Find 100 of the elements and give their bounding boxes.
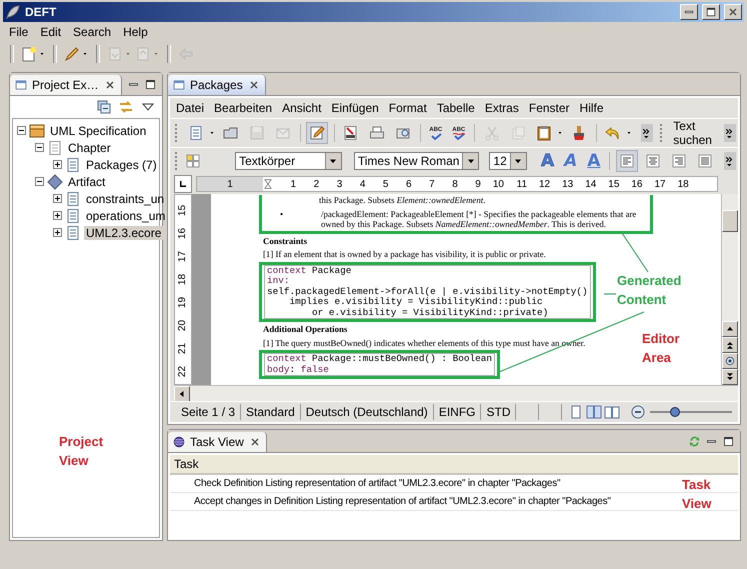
collapse-toggle[interactable]: [35, 177, 44, 186]
menu-item[interactable]: File: [4, 24, 34, 40]
section-heading: Additional Operations: [263, 324, 348, 335]
ruler-number: 15: [176, 204, 190, 216]
status-field: EINFG: [434, 404, 482, 420]
tree-item[interactable]: constraints_un: [84, 192, 166, 206]
tab-label: Task View: [190, 435, 244, 449]
copy-icon: [510, 125, 526, 141]
import-icon: [107, 46, 123, 62]
status-field: Deutsch (Deutschland): [300, 404, 434, 420]
tree-item[interactable]: Chapter: [66, 140, 113, 154]
collapse-toggle[interactable]: [35, 143, 44, 152]
menu-item[interactable]: Format: [384, 100, 431, 116]
menu-item[interactable]: Tabelle: [432, 100, 479, 116]
window-minimize-button[interactable]: [680, 4, 698, 20]
menu-item[interactable]: Help: [118, 24, 153, 40]
new-document-icon: [21, 46, 37, 62]
maximize-icon[interactable]: [705, 6, 717, 18]
zoom-out-icon[interactable]: [630, 404, 646, 420]
tab-label: Packages: [190, 78, 243, 92]
save-icon: [248, 125, 265, 141]
font-size-combo[interactable]: 12: [489, 152, 527, 170]
menu-item[interactable]: Ansicht: [278, 100, 326, 116]
two-pages-icon[interactable]: [586, 404, 602, 420]
chevron-icon[interactable]: [724, 124, 736, 142]
menu-item[interactable]: Fenster: [524, 100, 574, 116]
document-icon: [65, 224, 81, 240]
book-view-icon[interactable]: [604, 404, 620, 420]
menu-item[interactable]: Hilfe: [576, 100, 608, 116]
tree-item[interactable]: UML Specification: [48, 124, 148, 138]
checkmark-icon: [430, 132, 442, 140]
align-left-button[interactable]: [616, 150, 638, 172]
globe-icon: [173, 436, 185, 448]
tree-item[interactable]: UML2.3.ecore: [84, 226, 164, 240]
view-tab[interactable]: Project Ex…: [10, 75, 122, 95]
vertical-scrollbar[interactable]: [721, 194, 738, 385]
clipboard-icon: [536, 125, 552, 141]
align-center-icon: [645, 153, 661, 169]
ruler-number: 1: [227, 178, 233, 190]
ruler-number: 8: [451, 178, 458, 190]
section-heading: Constraints: [263, 236, 307, 246]
collapse-all-icon[interactable]: [96, 99, 112, 115]
ruler-number: 18: [176, 274, 190, 286]
chevron-icon[interactable]: [724, 152, 736, 170]
edit-button[interactable]: [306, 122, 328, 144]
ruler-number: 20: [176, 320, 190, 332]
view-tab[interactable]: Task View: [168, 432, 267, 452]
menu-item[interactable]: Bearbeiten: [210, 100, 276, 116]
tree-item[interactable]: Artifact: [66, 174, 108, 188]
open-folder-icon: [222, 125, 239, 141]
expand-toggle[interactable]: [53, 211, 62, 220]
paragraph-style-combo[interactable]: Textkörper: [235, 152, 342, 170]
tab-stop-button[interactable]: [174, 175, 192, 193]
code-listing: context Package inv: self.packagedElement->forAll(e | e.visibility->notEmpty() implies e.visibility = VisibilityKind::public or e.visibility = VisibilityKind::private): [264, 264, 591, 319]
close-icon[interactable]: [727, 6, 739, 18]
navigator-icon[interactable]: [724, 355, 736, 367]
zoom-slider-thumb[interactable]: [670, 407, 680, 417]
expand-toggle[interactable]: [53, 228, 62, 237]
feather-icon: [5, 4, 21, 20]
window-close-button[interactable]: [724, 4, 742, 20]
ruler-number: 14: [584, 178, 596, 190]
expand-toggle[interactable]: [53, 160, 62, 169]
status-field: STD: [481, 404, 516, 420]
ruler-number: 7: [428, 178, 435, 190]
editor-tab[interactable]: Packages: [168, 75, 266, 95]
horizontal-scrollbar[interactable]: [174, 385, 738, 401]
window-maximize-button[interactable]: [702, 4, 720, 20]
collapse-toggle[interactable]: [17, 126, 26, 135]
close-icon[interactable]: [248, 79, 260, 91]
styles-icon[interactable]: [185, 153, 202, 169]
ruler-number: 6: [405, 178, 412, 190]
tree-item[interactable]: operations_um: [84, 208, 168, 222]
close-icon[interactable]: [104, 79, 116, 91]
menu-item[interactable]: Einfügen: [327, 100, 383, 116]
font-name-combo[interactable]: Times New Roman: [354, 152, 480, 170]
expand-toggle[interactable]: [53, 194, 62, 203]
menu-item[interactable]: Edit: [35, 24, 66, 40]
menu-item[interactable]: Datei: [172, 100, 208, 116]
pencil-button[interactable]: [64, 46, 80, 62]
double-up-icon[interactable]: [724, 339, 736, 351]
tab-stop-icon: [177, 178, 189, 190]
task-row[interactable]: Accept changes in Definition Listing representation of artifact "UML2.3.ecore" in chapter "Packages": [194, 496, 611, 507]
ruler-number: 4: [358, 178, 366, 190]
new-document-button[interactable]: [21, 46, 37, 62]
ruler-number: 1: [290, 178, 296, 190]
document-icon: [65, 156, 81, 172]
column-header[interactable]: Task: [170, 455, 738, 475]
status-field: Standard: [241, 404, 301, 420]
menu-item[interactable]: Extras: [480, 100, 523, 116]
close-icon[interactable]: [248, 436, 261, 448]
align-left-icon: [619, 153, 635, 169]
maximize-icon[interactable]: [722, 435, 735, 448]
chevron-icon[interactable]: [640, 124, 653, 142]
menu-item[interactable]: Search: [68, 24, 116, 40]
tree-item[interactable]: Packages (7): [84, 158, 159, 172]
undo-icon: [604, 125, 621, 141]
bullet-marker: •: [279, 208, 284, 221]
task-row[interactable]: Check Definition Listing representation of artifact "UML2.3.ecore" in chapter "Packages": [194, 478, 560, 489]
scrollbar-thumb[interactable]: [722, 210, 738, 232]
maximize-icon[interactable]: [144, 78, 157, 91]
